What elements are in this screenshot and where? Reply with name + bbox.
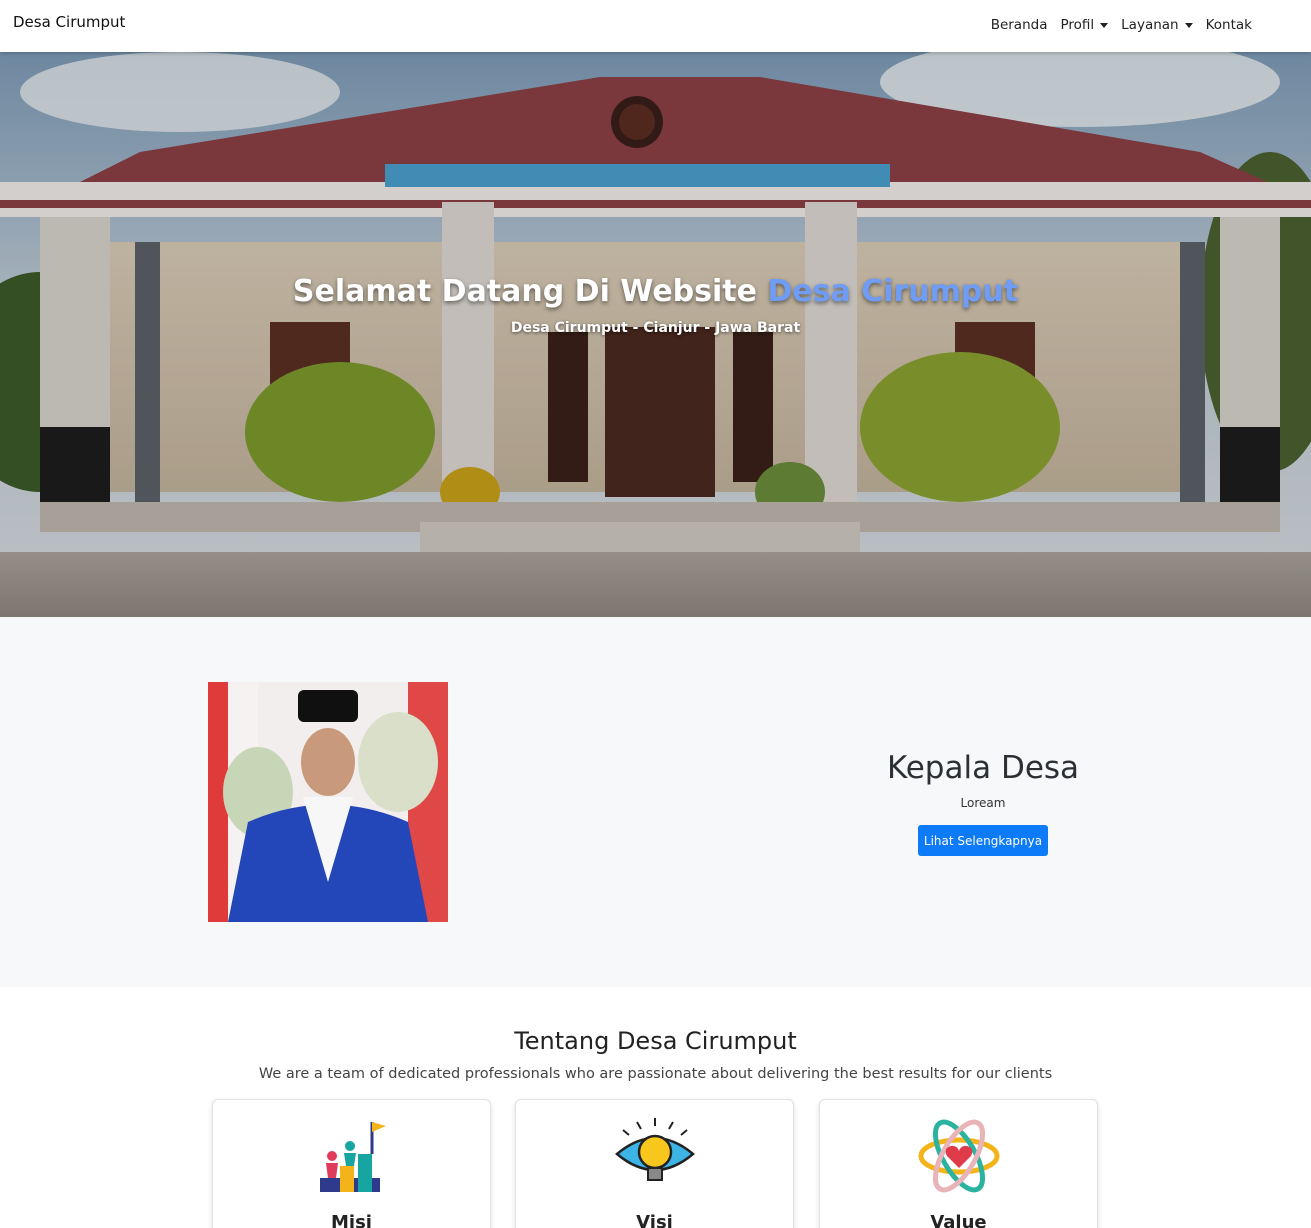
nav-item-beranda[interactable]: Beranda: [991, 17, 1048, 33]
kepala-desa-description: Loream: [960, 796, 1006, 810]
kepala-desa-title: Kepala Desa: [886, 750, 1080, 786]
hero-title: Selamat Datang Di Website Desa Cirumput: [0, 274, 1311, 309]
nav-item-layanan[interactable]: Layanan: [1121, 17, 1193, 33]
nav-item-profil[interactable]: Profil: [1060, 17, 1109, 33]
eye-lightbulb-icon: [613, 1116, 697, 1196]
navbar-brand[interactable]: Desa Cirumput: [13, 13, 125, 31]
lihat-selengkapnya-button[interactable]: Lihat Selengkapnya: [918, 825, 1048, 856]
navbar: Desa Cirumput Beranda Profil Layanan Kon…: [0, 0, 1311, 52]
caret-down-icon: [1184, 22, 1193, 28]
kepala-desa-section: Kepala Desa Loream Lihat Selengkapnya: [0, 617, 1311, 987]
hero-title-prefix: Selamat Datang Di Website: [292, 274, 768, 309]
nav-menu: Beranda Profil Layanan Kontak: [991, 17, 1252, 33]
nav-item-label: Kontak: [1205, 17, 1252, 33]
about-subtitle: We are a team of dedicated professionals…: [258, 1066, 1053, 1082]
card-misi: Misi: [212, 1099, 491, 1228]
nav-item-kontak[interactable]: Kontak: [1206, 17, 1252, 33]
hero-subtitle: Desa Cirumput - Cianjur - Jawa Barat: [510, 320, 801, 336]
card-value: Value: [819, 1099, 1098, 1228]
card-title: Visi: [636, 1212, 673, 1228]
card-visi: Visi: [515, 1099, 794, 1228]
hero-title-accent: Desa Cirumput: [767, 274, 1019, 309]
team-goal-flag-icon: [310, 1116, 394, 1196]
nav-item-label: Profil: [1060, 17, 1095, 33]
about-title: Tentang Desa Cirumput: [514, 1027, 797, 1055]
hero-section: Selamat Datang Di Website Desa Cirumput …: [0, 52, 1311, 617]
nav-item-label: Layanan: [1121, 17, 1179, 33]
kepala-desa-photo: [208, 682, 448, 922]
nav-item-label: Beranda: [990, 17, 1048, 33]
card-title: Value: [930, 1212, 987, 1228]
card-title: Misi: [331, 1212, 372, 1228]
caret-down-icon: [1100, 22, 1109, 28]
atom-heart-icon: [917, 1116, 1001, 1196]
